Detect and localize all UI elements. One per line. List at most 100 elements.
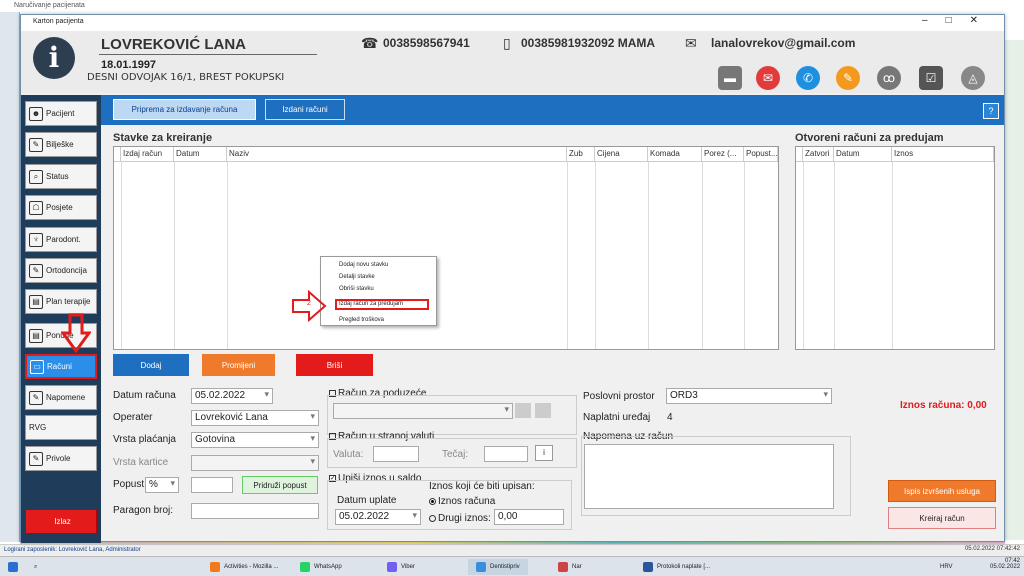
- operater-label: Operater: [113, 412, 153, 423]
- patient-phone: 0038598567941: [383, 36, 470, 50]
- patient-address: DESNI ODVOJAK 16/1, BREST POKUPSKI: [87, 72, 285, 83]
- otvoreni-title: Otvoreni računi za predujam: [795, 132, 944, 144]
- create-invoice-button[interactable]: Kreiraj račun: [888, 507, 996, 529]
- column-header: Popust...: [744, 147, 778, 162]
- sidebar-item-label: Računi: [47, 362, 72, 371]
- menu-item-obrisi[interactable]: Obriši stavku: [339, 286, 374, 292]
- poduzece-select[interactable]: [333, 403, 513, 419]
- grid-line: [744, 162, 745, 349]
- sidebar-item-biljeske[interactable]: ✎ Bilješke: [25, 132, 97, 157]
- help-button[interactable]: ?: [983, 103, 999, 119]
- print-services-button[interactable]: Ispis izvršenih usluga: [888, 480, 996, 502]
- menu-item-detalji[interactable]: Detalji stavke: [339, 274, 375, 280]
- otvoreni-table[interactable]: Zatvori Datum Iznos: [795, 146, 995, 350]
- column-header: Cijena: [595, 147, 648, 162]
- close-button[interactable]: ✕: [970, 15, 996, 26]
- sidebar-item-rvg[interactable]: RVG: [25, 415, 97, 440]
- sidebar-item-privole[interactable]: ✎ Privole: [25, 446, 97, 471]
- maximize-button[interactable]: □: [946, 15, 970, 26]
- clipboard-icon[interactable]: ☑: [919, 66, 943, 90]
- valuta-input[interactable]: [373, 446, 419, 462]
- sidebar-item-ortodoncija[interactable]: ✎ Ortodoncija: [25, 258, 97, 283]
- grid-line: [567, 162, 568, 349]
- vrsta-kartice-select[interactable]: [191, 455, 319, 471]
- exit-button[interactable]: Izlaz: [25, 509, 97, 534]
- sidebar-item-plan-terapije[interactable]: ▤ Plan terapije: [25, 289, 97, 314]
- edit-button[interactable]: Promijeni: [202, 354, 275, 376]
- datum-racuna-picker[interactable]: 05.02.2022: [191, 388, 273, 404]
- phone-icon: ☎: [361, 35, 379, 51]
- taskbar-whatsapp[interactable]: WhatsApp: [300, 559, 342, 575]
- operater-select[interactable]: Lovreković Lana: [191, 410, 319, 426]
- valuta-label: Valuta:: [333, 449, 364, 460]
- users-icon[interactable]: ꝏ: [877, 66, 901, 90]
- language-indicator[interactable]: HRV: [940, 559, 953, 575]
- status-user: Logirani zaposlenik: Lovreković Lana, Ad…: [4, 547, 141, 553]
- search-icon: ⌕: [29, 169, 43, 184]
- datum-uplate-picker[interactable]: 05.02.2022: [335, 509, 421, 525]
- valuta-info-button[interactable]: i: [535, 445, 553, 461]
- paragon-label: Paragon broj:: [113, 505, 174, 516]
- background-left-panel: [0, 12, 20, 542]
- start-icon[interactable]: [8, 559, 22, 575]
- menu-item-dodaj[interactable]: Dodaj novu stavku: [339, 262, 388, 268]
- iznos-racuna-total: Iznos računa: 0,00: [900, 400, 987, 411]
- mail-icon[interactable]: ✉: [756, 66, 780, 90]
- popust-unit-select[interactable]: %: [145, 477, 179, 493]
- tab-izdani[interactable]: Izdani računi: [265, 99, 345, 120]
- tooth-icon: ♆: [29, 232, 43, 247]
- sms-icon[interactable]: ✆: [796, 66, 820, 90]
- clock[interactable]: 07:42 05.02.2022: [990, 558, 1020, 570]
- windows-icon: [8, 562, 18, 572]
- add-button[interactable]: Dodaj: [113, 354, 189, 376]
- status-datetime: 05.02.2022 07:42:42: [964, 546, 1020, 552]
- taskbar-viber[interactable]: Viber: [387, 559, 415, 575]
- taskbar-label: WhatsApp: [314, 564, 342, 570]
- sidebar-item-pacijent[interactable]: ☻ Pacijent: [25, 101, 97, 126]
- clock-date: 05.02.2022: [990, 564, 1021, 570]
- attach-discount-button[interactable]: Pridruži popust: [242, 476, 318, 494]
- taskbar-dentisti[interactable]: Dentistipriv: [468, 559, 528, 575]
- drugi-iznos-input[interactable]: 0,00: [494, 509, 564, 525]
- taskbar-nar[interactable]: Nar: [558, 559, 582, 575]
- plan-icon: ▤: [29, 294, 43, 309]
- tab-priprema[interactable]: Priprema za izdavanje računa: [113, 99, 256, 120]
- menu-item-pregled[interactable]: Pregled troškova: [339, 317, 384, 323]
- step-number: 2: [307, 300, 311, 307]
- stavke-table[interactable]: Izdaj račun Datum Naziv Zub Cijena Komad…: [113, 146, 779, 350]
- taskbar-firefox[interactable]: Activities - Mozilla ...: [210, 559, 278, 575]
- paragon-input[interactable]: [191, 503, 319, 519]
- delete-button[interactable]: Briši: [296, 354, 373, 376]
- card-icon[interactable]: ▬: [718, 66, 742, 90]
- sidebar-item-posjete[interactable]: ☖ Posjete: [25, 195, 97, 220]
- poduzece-button[interactable]: [515, 403, 531, 418]
- grid-line: [174, 162, 175, 349]
- poslovni-label: Poslovni prostor: [583, 391, 655, 402]
- napomena-textarea[interactable]: [584, 444, 834, 509]
- arrow-down-icon: [61, 313, 91, 353]
- sidebar-item-label: Bilješke: [46, 140, 74, 149]
- popust-input[interactable]: [191, 477, 233, 493]
- sidebar-item-parodont[interactable]: ♆ Parodont.: [25, 227, 97, 252]
- sidebar-item-label: Napomene: [46, 393, 86, 402]
- taskbar-word[interactable]: Protokoli naplate [...: [643, 559, 710, 575]
- sidebar-item-napomene[interactable]: ✎ Napomene: [25, 385, 97, 410]
- radio-label: Drugi iznos:: [438, 513, 491, 524]
- radio-checked-icon: [429, 497, 436, 505]
- sidebar-item-status[interactable]: ⌕ Status: [25, 164, 97, 189]
- vrsta-placanja-select[interactable]: Gotovina: [191, 432, 319, 448]
- chat-icon[interactable]: ✎: [836, 66, 860, 90]
- radio-drugi-iznos[interactable]: Drugi iznos:: [429, 513, 491, 524]
- minimize-button[interactable]: –: [922, 15, 946, 26]
- bell-icon[interactable]: ◬: [961, 66, 985, 90]
- patient-email: lanalovrekov@gmail.com: [711, 36, 856, 50]
- radio-iznos-racuna[interactable]: Iznos računa: [429, 496, 495, 507]
- poslovni-select[interactable]: ORD3: [666, 388, 832, 404]
- tecaj-input[interactable]: [484, 446, 528, 462]
- search-icon[interactable]: ⌕: [34, 559, 37, 575]
- poduzece-button[interactable]: [535, 403, 551, 418]
- row-header: [796, 147, 803, 162]
- sidebar-item-racuni[interactable]: ▭ Računi: [25, 354, 97, 379]
- sidebar-item-label: Ortodoncija: [46, 266, 87, 275]
- taskbar-label: Viber: [401, 564, 415, 570]
